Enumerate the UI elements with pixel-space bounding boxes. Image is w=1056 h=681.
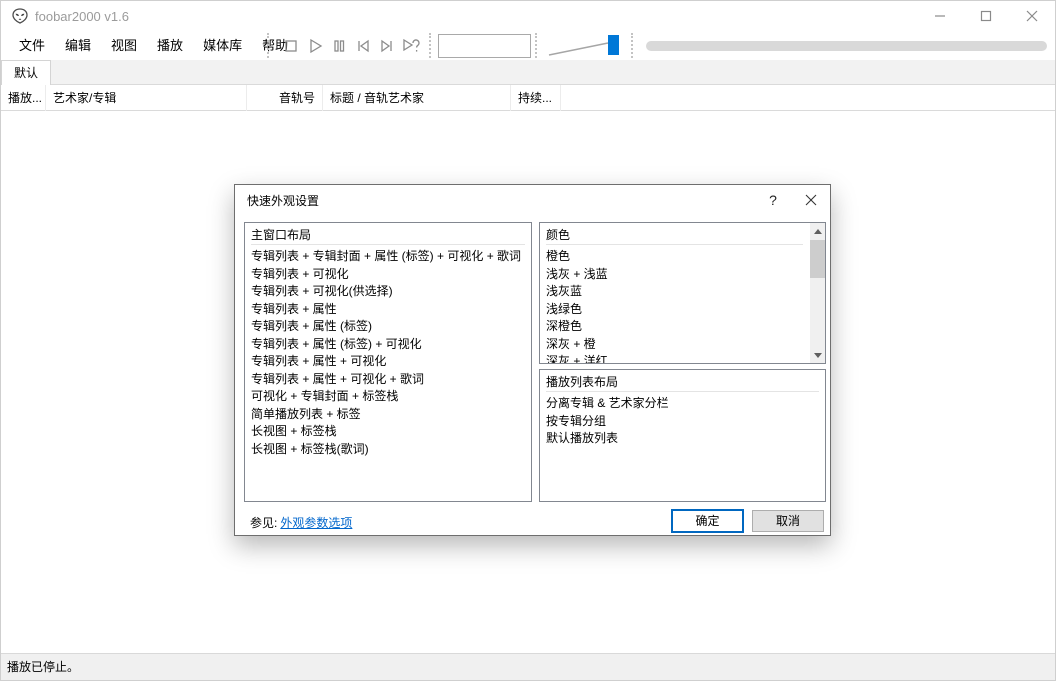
quick-appearance-dialog: 快速外观设置 ? 主窗口布局 专辑列表 + 专辑封面 + 属性 (标签) + 可…: [234, 184, 831, 536]
playlist-layout-option[interactable]: 按专辑分组: [546, 413, 825, 431]
ok-button[interactable]: 确定: [671, 509, 744, 533]
search-input[interactable]: [438, 34, 531, 58]
column-header[interactable]: 艺术家/专辑: [46, 85, 247, 111]
color-option[interactable]: 浅灰蓝: [546, 283, 809, 301]
statusbar: 播放已停止。: [1, 653, 1055, 680]
main-layout-option[interactable]: 专辑列表 + 属性 + 可视化: [251, 353, 531, 371]
color-option[interactable]: 浅灰 + 浅蓝: [546, 266, 809, 284]
column-header[interactable]: 持续...: [511, 85, 561, 111]
column-header[interactable]: 标题 / 音轨艺术家: [323, 85, 511, 111]
see-also-row: 参见: 外观参数选项: [250, 514, 352, 531]
volume-thumb[interactable]: [608, 35, 619, 55]
toolbar-grip[interactable]: [429, 33, 431, 58]
playlist-layout-option[interactable]: 默认播放列表: [546, 430, 825, 448]
menubar: 文件 编辑 视图 播放 媒体库 帮助: [9, 31, 298, 60]
main-layout-option[interactable]: 长视图 + 标签栈(歌词): [251, 441, 531, 459]
main-layout-option[interactable]: 专辑列表 + 可视化: [251, 266, 531, 284]
maximize-icon: [980, 10, 992, 22]
titlebar: foobar2000 v1.6: [1, 1, 1055, 31]
random-button[interactable]: [399, 33, 423, 59]
dialog-title: 快速外观设置: [247, 193, 320, 208]
playlist-layout-listbox[interactable]: 播放列表布局 分离专辑 & 艺术家分栏 按专辑分组 默认播放列表: [539, 369, 826, 502]
dialog-titlebar: 快速外观设置 ?: [235, 185, 830, 215]
appearance-preferences-link[interactable]: 外观参数选项: [280, 516, 352, 530]
play-button[interactable]: [303, 33, 327, 59]
menu-item[interactable]: 播放: [147, 31, 193, 60]
main-layout-option[interactable]: 长视图 + 标签栈: [251, 423, 531, 441]
previous-button[interactable]: [351, 33, 375, 59]
pause-icon: [334, 39, 345, 52]
menu-item[interactable]: 编辑: [55, 31, 101, 60]
minimize-button[interactable]: [917, 1, 963, 31]
toolbar-grip[interactable]: [631, 33, 633, 58]
close-button[interactable]: [1009, 1, 1055, 31]
playlist-column-headers: 播放... 艺术家/专辑 音轨号 标题 / 音轨艺术家 持续...: [1, 85, 1055, 111]
previous-icon: [358, 39, 369, 52]
next-icon: [381, 39, 392, 52]
window-title: foobar2000 v1.6: [35, 8, 129, 24]
dialog-help-button[interactable]: ?: [754, 185, 792, 215]
close-icon: [1026, 10, 1038, 22]
main-layout-listbox[interactable]: 主窗口布局 专辑列表 + 专辑封面 + 属性 (标签) + 可视化 + 歌词 专辑…: [244, 222, 532, 502]
main-layout-option[interactable]: 专辑列表 + 可视化(供选择): [251, 283, 531, 301]
playlist-tab[interactable]: 默认: [1, 60, 52, 85]
main-layout-option[interactable]: 专辑列表 + 属性 + 可视化 + 歌词: [251, 371, 531, 389]
main-layout-option[interactable]: 专辑列表 + 属性 (标签): [251, 318, 531, 336]
stop-icon: [285, 39, 297, 52]
maximize-button[interactable]: [963, 1, 1009, 31]
toolbar-row: 文件 编辑 视图 播放 媒体库 帮助: [1, 31, 1055, 60]
scrollbar-thumb[interactable]: [810, 240, 825, 278]
main-layout-option[interactable]: 简单播放列表 + 标签: [251, 406, 531, 424]
play-icon: [310, 38, 323, 53]
cancel-button[interactable]: 取消: [752, 510, 824, 532]
playback-toolbar: [279, 32, 423, 59]
pause-button[interactable]: [327, 33, 351, 59]
toolbar-grip[interactable]: [267, 33, 269, 58]
arrow-down-icon: [813, 352, 822, 358]
main-layout-option[interactable]: 专辑列表 + 属性: [251, 301, 531, 319]
main-layout-option[interactable]: 可视化 + 专辑封面 + 标签栈: [251, 388, 531, 406]
arrow-up-icon: [813, 228, 822, 234]
main-window: foobar2000 v1.6 文件 编辑 视图 播放 媒体库 帮助 默认 播放…: [0, 0, 1056, 681]
volume-slider[interactable]: [546, 33, 622, 58]
next-button[interactable]: [375, 33, 399, 59]
foobar2000-logo-icon: [12, 8, 28, 24]
help-icon: ?: [769, 192, 777, 208]
main-layout-option[interactable]: 专辑列表 + 属性 (标签) + 可视化: [251, 336, 531, 354]
main-layout-header: 主窗口布局: [251, 226, 525, 245]
see-also-label: 参见:: [250, 516, 278, 530]
menu-item[interactable]: 文件: [9, 31, 55, 60]
color-option[interactable]: 浅绿色: [546, 301, 809, 319]
colors-listbox[interactable]: 颜色 橙色 浅灰 + 浅蓝 浅灰蓝 浅绿色 深橙色 深灰 + 橙深灰 + 洋红: [539, 222, 826, 364]
main-layout-option[interactable]: 专辑列表 + 专辑封面 + 属性 (标签) + 可视化 + 歌词: [251, 248, 531, 266]
seekbar[interactable]: [646, 41, 1047, 51]
playlist-layout-header: 播放列表布局: [546, 373, 819, 392]
colors-scrollbar[interactable]: [810, 223, 825, 363]
colors-header: 颜色: [546, 226, 803, 245]
color-option[interactable]: 橙色: [546, 248, 809, 266]
random-icon: [403, 38, 420, 52]
playlist-tabstrip: 默认: [1, 60, 1055, 85]
menu-item[interactable]: 视图: [101, 31, 147, 60]
close-icon: [805, 194, 817, 206]
scroll-down-button[interactable]: [810, 347, 825, 363]
dialog-close-button[interactable]: [792, 185, 830, 215]
minimize-icon: [935, 15, 945, 17]
color-option[interactable]: 深灰 + 橙: [546, 336, 809, 354]
playlist-layout-option[interactable]: 分离专辑 & 艺术家分栏: [546, 395, 825, 413]
color-option[interactable]: 深灰 + 洋红: [546, 353, 809, 363]
toolbar-grip[interactable]: [535, 33, 537, 58]
scroll-up-button[interactable]: [810, 223, 825, 239]
color-option[interactable]: 深橙色: [546, 318, 809, 336]
stop-button[interactable]: [279, 33, 303, 59]
column-header[interactable]: 播放...: [1, 85, 46, 111]
menu-item[interactable]: 媒体库: [193, 31, 252, 60]
column-header[interactable]: 音轨号: [247, 85, 323, 111]
